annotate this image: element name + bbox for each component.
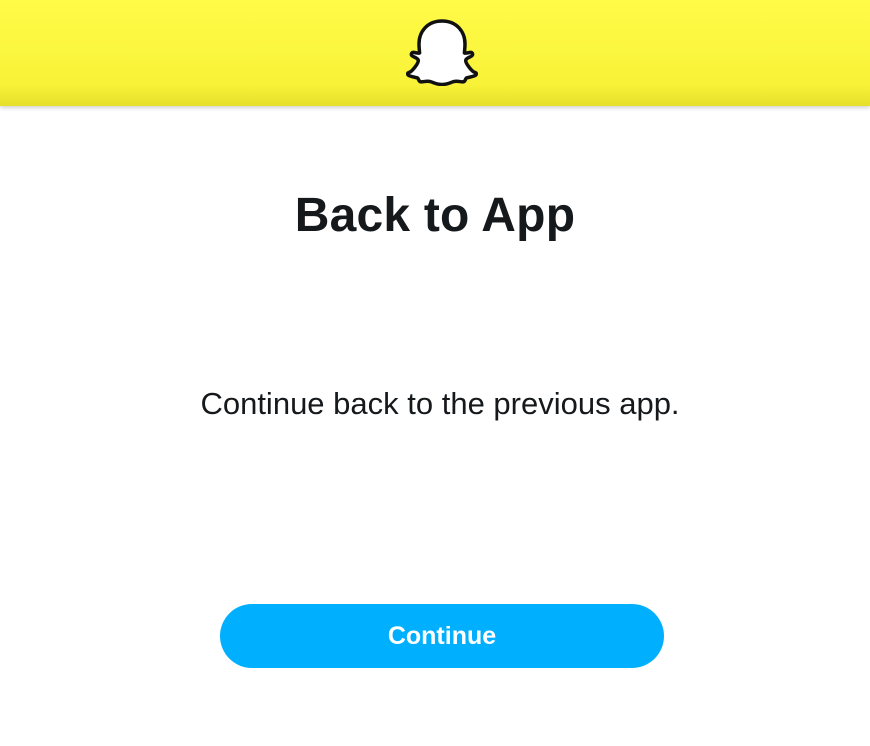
page-title: Back to App [294, 189, 576, 242]
page: Back to App Continue back to the previou… [0, 0, 870, 746]
continue-message: Continue back to the previous app. [200, 386, 680, 421]
header-bar [0, 0, 870, 106]
snapchat-ghost-icon [406, 19, 478, 86]
continue-button[interactable]: Continue [220, 604, 664, 668]
